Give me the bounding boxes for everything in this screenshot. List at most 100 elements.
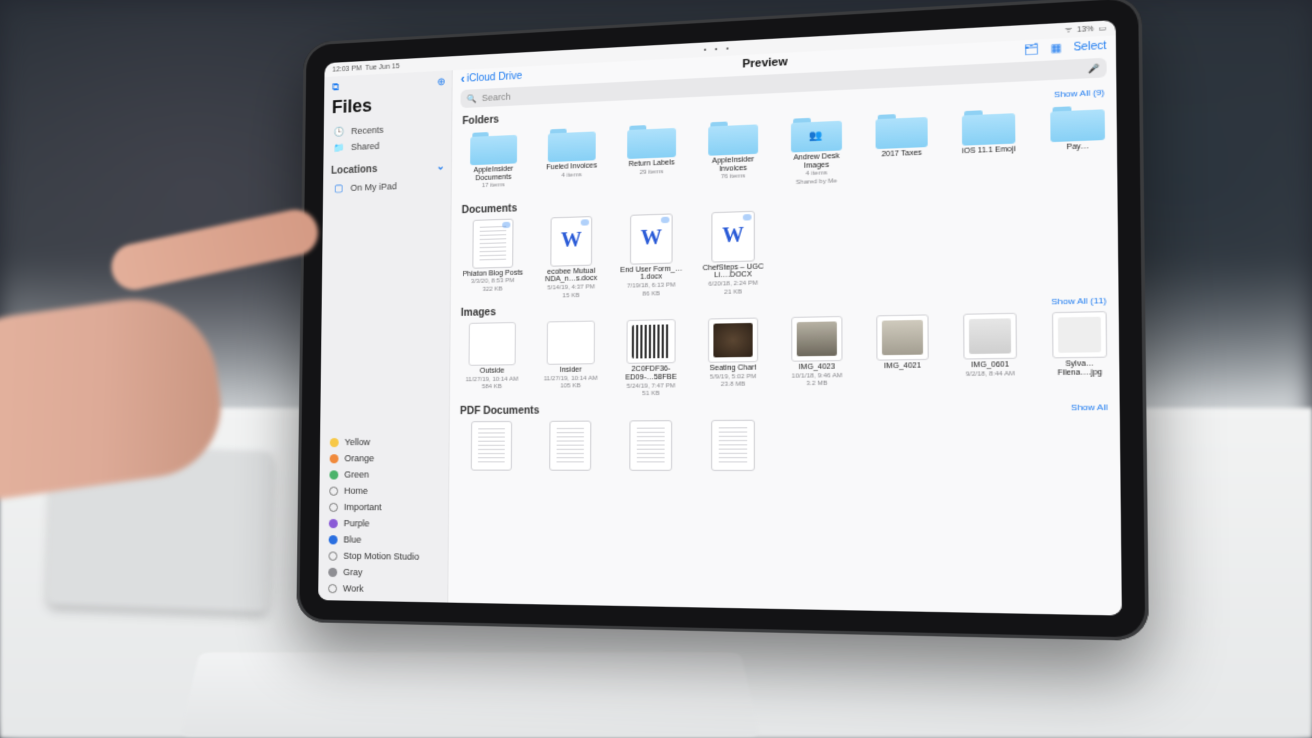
back-label: iCloud Drive (467, 70, 522, 84)
tag-label: Green (344, 469, 369, 479)
file-item[interactable] (460, 421, 524, 471)
select-button[interactable]: Select (1073, 40, 1106, 54)
file-name: IMG_4023 (799, 363, 835, 372)
folder-item[interactable]: Fueled Invoices4 items (539, 125, 604, 196)
image-item[interactable]: IMG_4021 (867, 314, 938, 396)
folder-name: Pay… (1066, 143, 1089, 152)
image-thumbnail (708, 318, 758, 363)
wifi-icon: ᯤ (1065, 25, 1073, 35)
tag-item[interactable]: Purple (327, 515, 442, 532)
file-size: 51 KB (642, 391, 660, 398)
image-item[interactable]: Insider11/27/19, 10:14 AM105 KB (538, 321, 603, 399)
file-item[interactable] (699, 419, 767, 470)
tag-item[interactable]: Gray (326, 564, 441, 582)
folder-name: Return Labels (628, 159, 674, 169)
section-images-title: Images (461, 307, 496, 319)
sidebar-toggle-icon[interactable] (332, 82, 339, 93)
battery-icon: ▭ (1098, 24, 1106, 33)
tag-label: Work (343, 583, 364, 594)
file-size: 15 KB (562, 292, 579, 299)
cloud-sync-icon (502, 221, 510, 227)
image-item[interactable]: 2C0FDF36-ED09-…58FBE5/24/19, 7:47 PM51 K… (618, 319, 684, 398)
folder-meta: 76 items (721, 174, 746, 182)
image-thumbnail (876, 315, 929, 361)
file-name: Phiaton Blog Posts (463, 269, 523, 278)
tag-item[interactable]: Green (327, 466, 442, 483)
file-size: 23.8 MB (721, 382, 745, 389)
file-name: ecobee Mutual NDA_n…s.docx (539, 267, 604, 284)
new-item-icon[interactable] (437, 77, 445, 88)
tag-item[interactable]: Blue (327, 531, 442, 549)
image-thumbnail (1052, 311, 1107, 358)
chevron-down-icon: ⌄ (436, 161, 445, 172)
image-item[interactable]: IMG_402310/1/18, 9:46 AM3.2 MB (782, 316, 851, 397)
file-date: 9/2/18, 8:44 AM (966, 371, 1015, 379)
ipad-icon (333, 183, 345, 193)
folder-icon (627, 122, 676, 159)
main-panel: iCloud Drive Preview Select Search (448, 35, 1122, 615)
tag-dot-icon (330, 454, 339, 463)
back-button[interactable]: iCloud Drive (461, 69, 522, 86)
file-date: 6/20/18, 2:24 PM (708, 280, 758, 288)
folder-item[interactable]: 👥 Andrew Desk Images4 itemsShared by Me (782, 114, 851, 187)
file-date: 11/27/19, 10:14 AM (466, 376, 519, 383)
section-pdf-title: PDF Documents (460, 405, 539, 417)
word-doc-icon (630, 213, 673, 264)
folder-name: iOS 11.1 Emoji (962, 146, 1016, 156)
file-date: 11/27/19, 10:14 AM (544, 375, 598, 382)
folder-icon (1050, 103, 1105, 142)
file-item[interactable] (538, 420, 603, 470)
folder-item[interactable]: Pay… (1041, 102, 1115, 178)
tag-item[interactable]: Stop Motion Studio (326, 547, 441, 565)
image-item[interactable]: Sylva… Filena….jpg (1043, 311, 1118, 395)
tag-dot-icon (329, 518, 338, 527)
folder-meta: 4 items (562, 172, 582, 180)
file-item[interactable]: ChefSteps – UGC Li….DOCX6/20/18, 2:24 PM… (699, 210, 767, 297)
sidebar-label: Recents (351, 125, 384, 136)
file-item[interactable]: ecobee Mutual NDA_n…s.docx5/14/19, 4:37 … (539, 215, 604, 300)
cloud-sync-icon (581, 219, 589, 225)
shared-badge-icon: 👥 (809, 129, 823, 141)
folder-meta: 4 items (806, 171, 827, 179)
folder-item[interactable]: AppleInsider Invoices76 items (700, 118, 767, 190)
image-item[interactable]: Outside11/27/19, 10:14 AM584 KB (460, 322, 524, 399)
image-item[interactable]: IMG_06019/2/18, 8:44 AM (954, 313, 1027, 396)
pdf-show-all[interactable]: Show All (1071, 402, 1108, 412)
documents-row: Phiaton Blog Posts3/3/20, 8:53 PM322 KBe… (461, 199, 1119, 302)
tag-item[interactable]: Home (327, 483, 442, 500)
locations-header[interactable]: Locations ⌄ (331, 161, 445, 177)
tags-list: YellowOrangeGreenHomeImportantPurpleBlue… (326, 434, 443, 599)
folders-show-all[interactable]: Show All (9) (1054, 87, 1105, 99)
folder-name: Andrew Desk Images (782, 152, 851, 171)
tag-item[interactable]: Important (327, 499, 442, 516)
file-item[interactable] (618, 420, 685, 471)
image-item[interactable]: Seating Chart5/9/19, 5:02 PM23.8 MB (699, 317, 767, 397)
file-date: 3/3/20, 8:53 PM (471, 278, 514, 286)
folder-meta: Shared by Me (796, 178, 837, 186)
folder-item[interactable]: Return Labels29 items (619, 121, 685, 193)
folder-name: Fueled Invoices (546, 162, 597, 172)
folder-name: 2017 Taxes (881, 149, 921, 159)
battery-label: 13% (1077, 25, 1094, 34)
view-grid-icon[interactable] (1051, 42, 1062, 55)
new-folder-icon[interactable] (1024, 43, 1039, 56)
folder-item[interactable]: iOS 11.1 Emoji (953, 106, 1025, 181)
file-date: 5/24/19, 7:47 PM (627, 383, 676, 390)
file-date: 5/9/19, 5:02 PM (710, 374, 756, 381)
file-item[interactable]: End User Form_…1.docx7/19/18, 6:13 PM86 … (618, 213, 684, 299)
folder-icon (548, 125, 596, 162)
tag-label: Blue (343, 534, 361, 544)
file-date: 10/1/18, 9:46 AM (792, 373, 843, 381)
tag-item[interactable]: Orange (328, 450, 443, 466)
folder-meta: 17 items (482, 183, 505, 191)
file-item[interactable]: Phiaton Blog Posts3/3/20, 8:53 PM322 KB (461, 218, 525, 302)
file-name: Sylva… Filena….jpg (1043, 360, 1117, 378)
file-name: End User Form_…1.docx (618, 265, 684, 283)
folder-item[interactable]: 2017 Taxes (866, 110, 937, 184)
images-show-all[interactable]: Show All (11) (1051, 296, 1106, 307)
microphone-icon[interactable] (1088, 62, 1100, 74)
cloud-sync-icon (743, 214, 752, 221)
folder-item[interactable]: AppleInsider Documents17 items (462, 128, 526, 198)
tag-item[interactable]: Work (326, 580, 441, 598)
sidebar-title: Files (332, 92, 446, 118)
